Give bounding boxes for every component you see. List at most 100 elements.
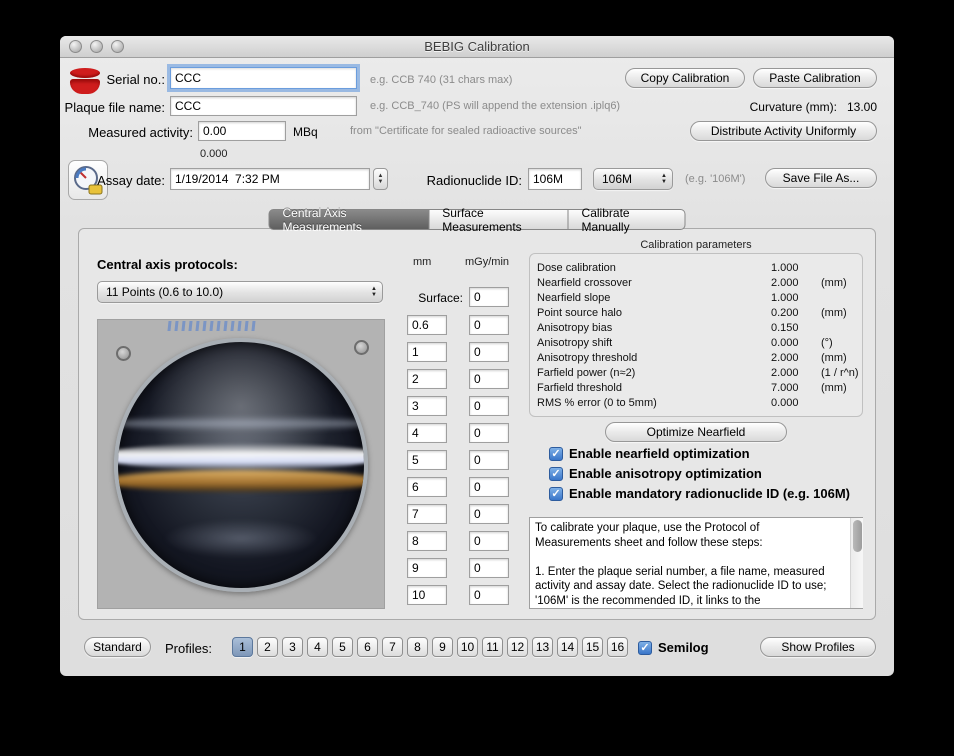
radionuclide-popup[interactable]: 106M ▲ ▼: [593, 168, 673, 190]
calibration-parameters-title: Calibration parameters: [640, 239, 752, 251]
mm-input[interactable]: [407, 396, 447, 416]
profile-button-3[interactable]: 3: [282, 637, 303, 657]
checkbox-checked-icon[interactable]: ✓: [549, 466, 563, 481]
semilog-checkbox-icon[interactable]: ✓: [638, 640, 652, 655]
serial-input[interactable]: [170, 67, 357, 89]
param-name: Anisotropy bias: [537, 322, 613, 334]
dose-input[interactable]: [469, 558, 509, 578]
mm-input[interactable]: [407, 315, 447, 335]
profile-buttons: 1 2 3 4 5 6 7 8 9 10 11 12 13 14 15 16: [232, 637, 628, 657]
profile-button-6[interactable]: 6: [357, 637, 378, 657]
file-name-label: Plaque file name:: [64, 100, 165, 115]
protocols-popup-value: 11 Points (0.6 to 10.0): [106, 285, 224, 299]
param-name: Nearfield slope: [537, 292, 611, 304]
desktop: BEBIG Calibration Serial no.: e.g. CCB 7…: [0, 0, 954, 756]
plaque-eyelet-left: [116, 346, 131, 361]
mm-column-header: mm: [413, 256, 432, 268]
protocols-label: Central axis protocols:: [97, 257, 238, 272]
profile-button-4[interactable]: 4: [307, 637, 328, 657]
checkbox-checked-icon[interactable]: ✓: [549, 486, 563, 501]
tab-calibrate-manually[interactable]: Calibrate Manually: [568, 206, 686, 234]
instructions-text[interactable]: To calibrate your plaque, use the Protoc…: [529, 517, 863, 609]
mm-input[interactable]: [407, 342, 447, 362]
profile-button-16[interactable]: 16: [607, 637, 628, 657]
protocols-popup[interactable]: 11 Points (0.6 to 10.0) ▲ ▼: [97, 281, 383, 303]
profile-button-12[interactable]: 12: [507, 637, 528, 657]
param-value: 2.000: [771, 352, 799, 364]
save-file-as-button[interactable]: Save File As...: [765, 168, 877, 188]
standard-button[interactable]: Standard: [84, 637, 151, 657]
profile-button-5[interactable]: 5: [332, 637, 353, 657]
scrollbar-thumb[interactable]: [853, 520, 862, 552]
profile-button-2[interactable]: 2: [257, 637, 278, 657]
activity-hint: from "Certificate for sealed radioactive…: [350, 125, 582, 137]
dose-input[interactable]: [469, 396, 509, 416]
mm-input[interactable]: [407, 369, 447, 389]
activity-label: Measured activity:: [88, 125, 193, 140]
copy-calibration-button[interactable]: Copy Calibration: [625, 68, 745, 88]
enable-nearfield-checkbox-row: ✓ Enable nearfield optimization: [549, 446, 750, 461]
serial-label: Serial no.:: [106, 72, 165, 87]
param-name: Farfield power (n≈2): [537, 367, 636, 379]
mm-input[interactable]: [407, 585, 447, 605]
radionuclide-popup-value: 106M: [602, 172, 633, 186]
show-profiles-button[interactable]: Show Profiles: [760, 637, 876, 657]
dose-input[interactable]: [469, 423, 509, 443]
distribute-activity-button[interactable]: Distribute Activity Uniformly: [690, 121, 877, 141]
param-value: 0.000: [771, 337, 799, 349]
mm-input[interactable]: [407, 504, 447, 524]
mm-input[interactable]: [407, 531, 447, 551]
tab-surface-measurements[interactable]: Surface Measurements: [429, 206, 569, 234]
profile-button-14[interactable]: 14: [557, 637, 578, 657]
dose-input[interactable]: [469, 531, 509, 551]
dose-input[interactable]: [469, 342, 509, 362]
mm-input[interactable]: [407, 423, 447, 443]
param-value: 0.000: [771, 397, 799, 409]
curvature-value: 13.00: [846, 100, 877, 114]
profile-button-13[interactable]: 13: [532, 637, 553, 657]
assay-date-label: Assay date:: [97, 173, 165, 188]
dose-input[interactable]: [469, 477, 509, 497]
param-unit: (°): [821, 337, 833, 349]
dose-input[interactable]: [469, 585, 509, 605]
mm-input[interactable]: [407, 558, 447, 578]
titlebar[interactable]: BEBIG Calibration: [60, 36, 894, 58]
dose-input[interactable]: [469, 450, 509, 470]
curvature-label: Curvature (mm):: [749, 100, 837, 114]
profile-button-11[interactable]: 11: [482, 637, 503, 657]
enable-mandatory-id-label: Enable mandatory radionuclide ID (e.g. 1…: [569, 486, 851, 501]
radionuclide-input[interactable]: [528, 168, 582, 190]
radionuclide-label: Radionuclide ID:: [426, 173, 522, 188]
dose-input[interactable]: [469, 369, 509, 389]
param-value: 1.000: [771, 292, 799, 304]
param-unit: (mm): [821, 352, 847, 364]
popup-arrows-icon: ▲ ▼: [661, 173, 667, 185]
mm-input[interactable]: [407, 450, 447, 470]
dose-input[interactable]: [469, 504, 509, 524]
enable-nearfield-label: Enable nearfield optimization: [569, 446, 750, 461]
file-name-input[interactable]: [170, 96, 357, 116]
activity-input[interactable]: [198, 121, 286, 141]
checkbox-checked-icon[interactable]: ✓: [549, 446, 563, 461]
param-value: 2.000: [771, 277, 799, 289]
tab-central-axis-measurements[interactable]: Central Axis Measurements: [268, 206, 430, 234]
profile-button-7[interactable]: 7: [382, 637, 403, 657]
instructions-scrollbar[interactable]: [850, 518, 863, 608]
param-name: Anisotropy shift: [537, 337, 613, 349]
central-axis-panel: Central axis protocols: 11 Points (0.6 t…: [78, 228, 876, 620]
profile-button-15[interactable]: 15: [582, 637, 603, 657]
mm-input[interactable]: [407, 477, 447, 497]
optimize-nearfield-button[interactable]: Optimize Nearfield: [605, 422, 787, 442]
param-value: 0.200: [771, 307, 799, 319]
activity-unit: MBq: [293, 125, 318, 139]
profile-button-9[interactable]: 9: [432, 637, 453, 657]
profiles-label: Profiles:: [165, 641, 212, 656]
assay-date-stepper[interactable]: ▲ ▼: [373, 168, 388, 190]
dose-input[interactable]: [469, 315, 509, 335]
paste-calibration-button[interactable]: Paste Calibration: [753, 68, 877, 88]
surface-dose-input[interactable]: [469, 287, 509, 307]
profile-button-1[interactable]: 1: [232, 637, 253, 657]
profile-button-10[interactable]: 10: [457, 637, 478, 657]
assay-date-input[interactable]: [170, 168, 370, 190]
profile-button-8[interactable]: 8: [407, 637, 428, 657]
